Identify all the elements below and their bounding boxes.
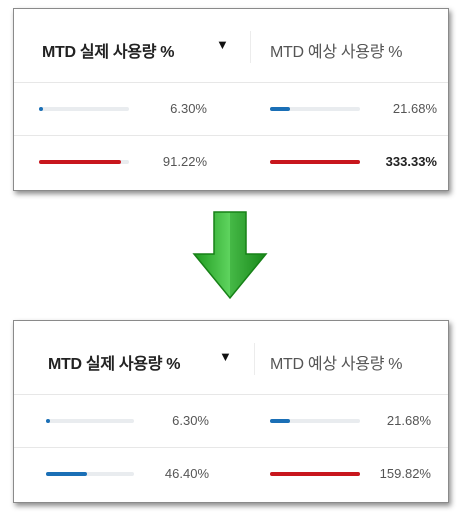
- actual-usage-value: 46.40%: [164, 466, 209, 481]
- table-row: 6.30% 21.68%: [14, 83, 448, 136]
- actual-usage-bar: [46, 472, 134, 476]
- actual-usage-bar-fill: [46, 472, 87, 476]
- table-row: 6.30% 21.68%: [14, 395, 448, 448]
- green-down-arrow-icon: [192, 211, 268, 300]
- forecast-usage-bar-fill: [270, 472, 360, 476]
- actual-usage-bar-fill: [46, 419, 50, 423]
- actual-usage-value: 91.22%: [162, 154, 207, 169]
- forecast-usage-bar-fill: [270, 107, 290, 111]
- forecast-usage-value: 21.68%: [392, 101, 437, 116]
- after-panel: MTD 실제 사용량 % ▼ MTD 예상 사용량 % 6.30% 21.68%…: [13, 320, 449, 503]
- table-header: MTD 실제 사용량 % ▼ MTD 예상 사용량 %: [14, 9, 448, 83]
- actual-usage-bar: [39, 160, 129, 164]
- before-panel: MTD 실제 사용량 % ▼ MTD 예상 사용량 % 6.30% 21.68%…: [13, 8, 449, 191]
- forecast-usage-bar: [270, 107, 360, 111]
- sort-desc-icon[interactable]: ▼: [219, 349, 232, 364]
- sort-desc-icon[interactable]: ▼: [216, 37, 229, 52]
- table-header: MTD 실제 사용량 % ▼ MTD 예상 사용량 %: [14, 321, 448, 395]
- actual-usage-bar: [39, 107, 129, 111]
- column-header-forecast-usage[interactable]: MTD 예상 사용량 %: [270, 38, 403, 62]
- forecast-usage-bar: [270, 419, 360, 423]
- actual-usage-bar: [46, 419, 134, 423]
- column-divider: [250, 31, 251, 63]
- forecast-usage-bar-fill: [270, 160, 360, 164]
- actual-usage-value: 6.30%: [170, 101, 207, 116]
- forecast-usage-bar-fill: [270, 419, 290, 423]
- forecast-usage-value: 159.82%: [379, 466, 431, 481]
- column-header-forecast-usage[interactable]: MTD 예상 사용량 %: [270, 350, 403, 374]
- table-row: 91.22% 333.33%: [14, 136, 448, 189]
- forecast-usage-bar: [270, 160, 360, 164]
- column-header-actual-usage[interactable]: MTD 실제 사용량 %: [48, 350, 181, 374]
- actual-usage-value: 6.30%: [172, 413, 209, 428]
- forecast-usage-value: 21.68%: [386, 413, 431, 428]
- actual-usage-bar-fill: [39, 160, 122, 164]
- forecast-usage-value: 333.33%: [385, 154, 437, 169]
- column-divider: [254, 343, 255, 375]
- column-header-actual-usage[interactable]: MTD 실제 사용량 %: [42, 38, 175, 62]
- table-row: 46.40% 159.82%: [14, 448, 448, 501]
- forecast-usage-bar: [270, 472, 360, 476]
- actual-usage-bar-fill: [39, 107, 43, 111]
